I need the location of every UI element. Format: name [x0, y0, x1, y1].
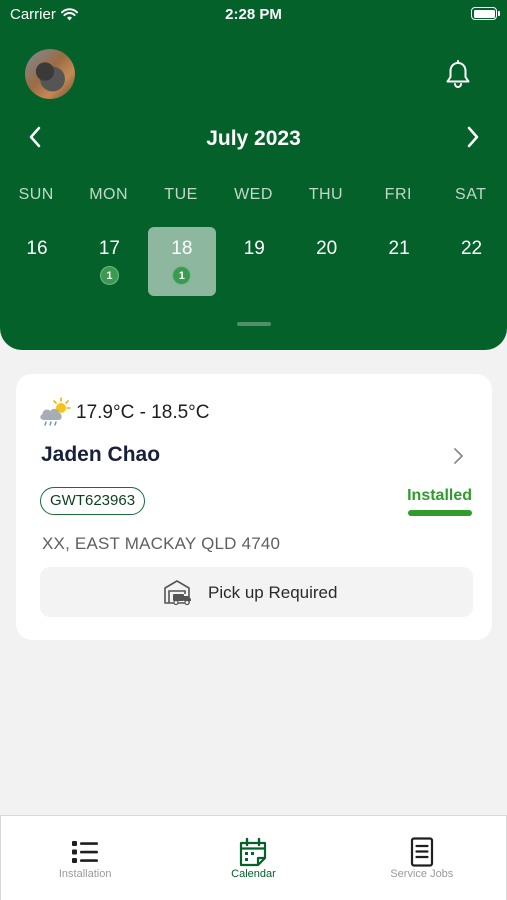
job-address: XX, EAST MACKAY QLD 4740 — [42, 534, 281, 553]
day-cell[interactable]: 16 — [0, 227, 72, 296]
day-number: 17 — [98, 238, 120, 259]
day-cell[interactable]: 17 1 — [72, 227, 144, 296]
pickup-required-button[interactable]: Pick up Required — [40, 567, 473, 617]
calendar-header: Carrier 2:28 PM July 2023 SUN MON TUE WE… — [0, 0, 507, 350]
list-icon — [72, 841, 99, 863]
day-cell[interactable]: 19 — [217, 227, 289, 296]
chevron-right-icon[interactable] — [450, 446, 466, 466]
day-highlight: 22 — [438, 227, 506, 296]
temperature-range: 17.9°C - 18.5°C — [76, 402, 210, 423]
day-highlight: 19 — [220, 227, 288, 296]
weekday-label: WED — [234, 186, 273, 203]
day-number: 18 — [171, 238, 193, 259]
day-cell-selected[interactable]: 18 1 — [145, 227, 217, 296]
weekday-row: SUN MON TUE WED THU FRI SAT — [0, 186, 507, 204]
day-highlight: 16 — [3, 227, 71, 296]
tab-label: Calendar — [231, 868, 276, 880]
weekday-label: SAT — [455, 186, 487, 203]
battery-icon — [471, 7, 500, 20]
customer-name: Jaden Chao — [41, 443, 161, 466]
job-count-badge: 1 — [172, 266, 192, 285]
avatar[interactable] — [25, 49, 75, 99]
weekday-label: FRI — [384, 186, 412, 203]
pickup-required-label: Pick up Required — [208, 583, 338, 602]
tab-label: Service Jobs — [390, 868, 454, 880]
job-id-badge: GWT623963 — [40, 487, 146, 515]
day-number: 21 — [388, 238, 410, 259]
day-number: 20 — [316, 238, 338, 259]
job-count-badge: 1 — [99, 266, 119, 285]
bell-icon[interactable] — [444, 60, 472, 90]
tab-installation[interactable]: Installation — [1, 816, 169, 900]
day-number: 22 — [460, 238, 483, 259]
day-number: 19 — [243, 238, 265, 259]
week-days-row: 16 17 1 18 1 19 20 21 22 — [0, 227, 507, 296]
tab-calendar[interactable]: Calendar — [169, 816, 337, 900]
garage-truck-icon — [164, 580, 191, 606]
calendar-icon — [240, 837, 267, 867]
day-cell[interactable]: 21 — [362, 227, 434, 296]
tab-service-jobs[interactable]: Service Jobs — [338, 816, 506, 900]
chevron-right-icon[interactable] — [458, 122, 486, 152]
job-card[interactable]: 17.9°C - 18.5°C Jaden Chao GWT623963 Ins… — [16, 374, 492, 640]
day-cell[interactable]: 22 — [435, 227, 507, 296]
weekday-label: MON — [89, 186, 129, 203]
month-title: July 2023 — [206, 127, 301, 150]
tab-label: Installation — [58, 868, 112, 880]
bottom-tab-bar: Installation Calendar Service Jobs — [0, 815, 507, 900]
month-navigation: July 2023 — [0, 120, 507, 160]
status-bar: Carrier 2:28 PM — [0, 0, 507, 30]
weekday-label: SUN — [18, 186, 54, 203]
document-icon — [410, 837, 433, 867]
status-indicator-bar — [408, 510, 472, 516]
weekday-label: TUE — [164, 186, 198, 203]
day-highlight: 20 — [293, 227, 361, 296]
cloud-sun-rain-icon — [40, 397, 71, 426]
status-time: 2:28 PM — [225, 6, 282, 23]
status-label: Installed — [407, 487, 472, 504]
day-highlight: 17 1 — [75, 227, 143, 296]
day-highlight: 21 — [365, 227, 433, 296]
day-number: 16 — [26, 238, 48, 259]
drag-handle[interactable] — [237, 322, 271, 326]
weekday-label: THU — [308, 186, 344, 203]
day-highlight: 18 1 — [147, 227, 216, 296]
day-cell[interactable]: 20 — [290, 227, 362, 296]
